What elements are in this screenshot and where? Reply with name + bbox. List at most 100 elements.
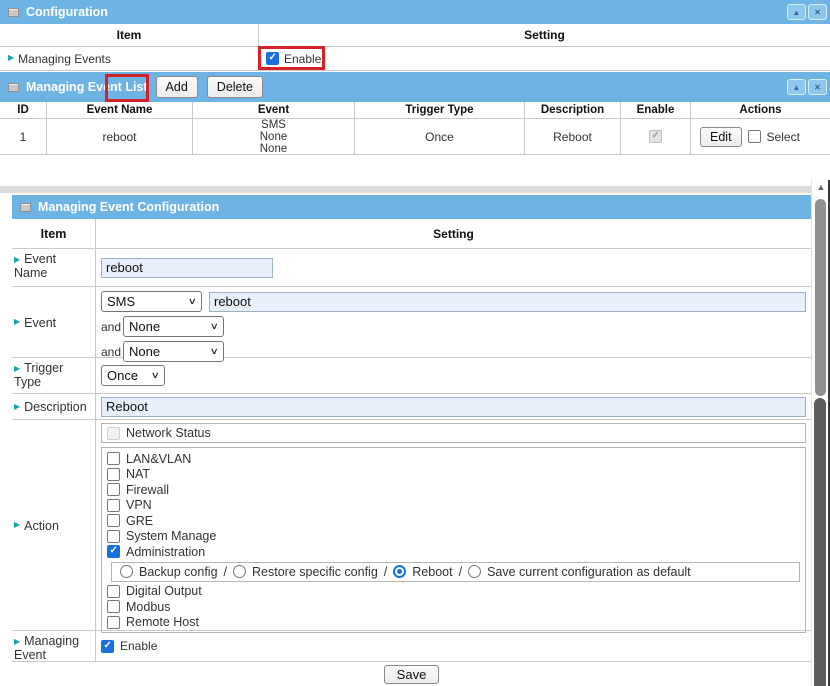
select-label: Select: [767, 130, 800, 144]
managing-event-configuration-header: Managing Event Configuration: [12, 195, 811, 219]
event-value-input[interactable]: [209, 292, 806, 312]
add-button[interactable]: Add: [156, 76, 198, 98]
row-event-types: SMS None None: [260, 119, 288, 155]
gre-checkbox[interactable]: [107, 514, 120, 527]
managing-event-list-header: Managing Event List Add Delete ▲ ✕: [0, 72, 830, 102]
managing-events-enable-checkbox[interactable]: ✓: [266, 52, 279, 65]
action-row: ▶ Action Network Status LAN&VLAN NAT Fir…: [12, 420, 811, 631]
and-label: and: [101, 320, 123, 334]
event-type-select[interactable]: SMS ∨: [101, 291, 202, 312]
event-name-input[interactable]: [101, 258, 273, 278]
panel-icon: [20, 203, 31, 212]
close-button[interactable]: ✕: [808, 79, 827, 95]
network-status-label: Network Status: [126, 426, 211, 440]
row-event-name: reboot: [47, 119, 193, 154]
restore-specific-config-radio[interactable]: [233, 565, 246, 578]
event-and-select-1[interactable]: None ∨: [123, 316, 224, 337]
column-header-event-name: Event Name: [47, 102, 193, 118]
separator: /: [384, 565, 387, 579]
trigger-type-select[interactable]: Once ∨: [101, 365, 165, 386]
row-id: 1: [0, 119, 47, 154]
row-trigger-type: Once: [355, 119, 525, 154]
chevron-down-icon: ∨: [188, 296, 197, 307]
panel-icon: [8, 8, 19, 17]
configuration-panel-header: Configuration ▲ ✕: [0, 0, 830, 24]
check-icon: ✓: [110, 545, 118, 556]
managing-event-configuration-panel: Managing Event Configuration Item Settin…: [12, 195, 811, 686]
reboot-radio[interactable]: [393, 565, 406, 578]
event-row: ▶ Event SMS ∨ and None ∨ and: [12, 287, 811, 358]
description-row: ▶ Description: [12, 394, 811, 420]
collapse-icon: ▲: [793, 83, 801, 92]
scroll-up-icon[interactable]: ▲: [815, 182, 827, 192]
separator: /: [459, 565, 462, 579]
collapse-button[interactable]: ▲: [787, 79, 806, 95]
section-divider: [0, 186, 830, 193]
backup-config-radio[interactable]: [120, 565, 133, 578]
enable-label: Enable: [120, 639, 157, 653]
check-icon: ✓: [104, 640, 112, 651]
check-icon: ✓: [269, 52, 277, 63]
vertical-scrollbar[interactable]: ▲: [811, 180, 830, 686]
bullet-icon: ▶: [14, 255, 20, 264]
firewall-checkbox[interactable]: [107, 483, 120, 496]
collapse-button[interactable]: ▲: [787, 4, 806, 20]
edit-button[interactable]: Edit: [700, 127, 742, 147]
bullet-icon: ▶: [14, 364, 20, 373]
separator: /: [224, 565, 227, 579]
bullet-icon: ▶: [14, 637, 20, 646]
event-name-row: ▶Event Name: [12, 249, 811, 287]
administration-checkbox[interactable]: ✓: [107, 545, 120, 558]
bullet-icon: ▶: [8, 53, 14, 62]
digital-output-checkbox[interactable]: [107, 585, 120, 598]
collapse-icon: ▲: [793, 8, 801, 17]
save-button[interactable]: Save: [384, 665, 440, 684]
managing-event-list-panel: Managing Event List Add Delete ▲ ✕ ID Ev…: [0, 72, 830, 155]
remote-host-checkbox[interactable]: [107, 616, 120, 629]
network-status-checkbox: [107, 427, 120, 440]
bullet-icon: ▶: [14, 317, 20, 326]
managing-event-row: ▶Managing Event ✓ Enable: [12, 631, 811, 662]
bullet-icon: ▶: [14, 520, 20, 529]
chevron-down-icon: ∨: [210, 321, 219, 332]
row-enable-checkbox: ✓: [649, 130, 662, 143]
column-header-actions: Actions: [691, 102, 830, 118]
close-icon: ✕: [814, 8, 821, 17]
panel-title: Configuration: [26, 5, 108, 19]
panel-icon: [8, 83, 19, 92]
system-manage-checkbox[interactable]: [107, 530, 120, 543]
lan-vlan-checkbox[interactable]: [107, 452, 120, 465]
bullet-icon: ▶: [14, 402, 20, 411]
configuration-panel: Configuration ▲ ✕ Item Setting ▶ Managin…: [0, 0, 830, 71]
row-description: Reboot: [525, 119, 621, 154]
table-row: 1 reboot SMS None None Once Reboot ✓ Edi…: [0, 119, 830, 155]
delete-button[interactable]: Delete: [207, 76, 263, 98]
column-header-trigger-type: Trigger Type: [355, 102, 525, 118]
nat-checkbox[interactable]: [107, 468, 120, 481]
close-icon: ✕: [814, 83, 821, 92]
scrollbar-thumb[interactable]: [815, 199, 826, 396]
close-button[interactable]: ✕: [808, 4, 827, 20]
panel-title: Managing Event List: [26, 80, 148, 94]
scrollbar-track[interactable]: [814, 398, 826, 686]
column-header-setting: Setting: [259, 24, 830, 46]
and-label: and: [101, 345, 123, 359]
column-header-description: Description: [525, 102, 621, 118]
chevron-down-icon: ∨: [210, 346, 219, 357]
trigger-type-row: ▶Trigger Type Once ∨: [12, 358, 811, 394]
panel-title: Managing Event Configuration: [38, 200, 219, 214]
select-checkbox[interactable]: [748, 130, 761, 143]
column-header-item: Item: [0, 24, 259, 46]
save-config-default-radio[interactable]: [468, 565, 481, 578]
check-icon: ✓: [652, 130, 660, 141]
enable-label: Enable: [284, 52, 321, 66]
vpn-checkbox[interactable]: [107, 499, 120, 512]
column-header-setting: Setting: [96, 219, 811, 248]
managing-event-enable-checkbox[interactable]: ✓: [101, 640, 114, 653]
description-input[interactable]: [101, 397, 806, 417]
column-header-enable: Enable: [621, 102, 691, 118]
modbus-checkbox[interactable]: [107, 600, 120, 613]
column-header-id: ID: [0, 102, 47, 118]
column-header-event: Event: [193, 102, 355, 118]
managing-events-label: Managing Events: [18, 52, 111, 66]
